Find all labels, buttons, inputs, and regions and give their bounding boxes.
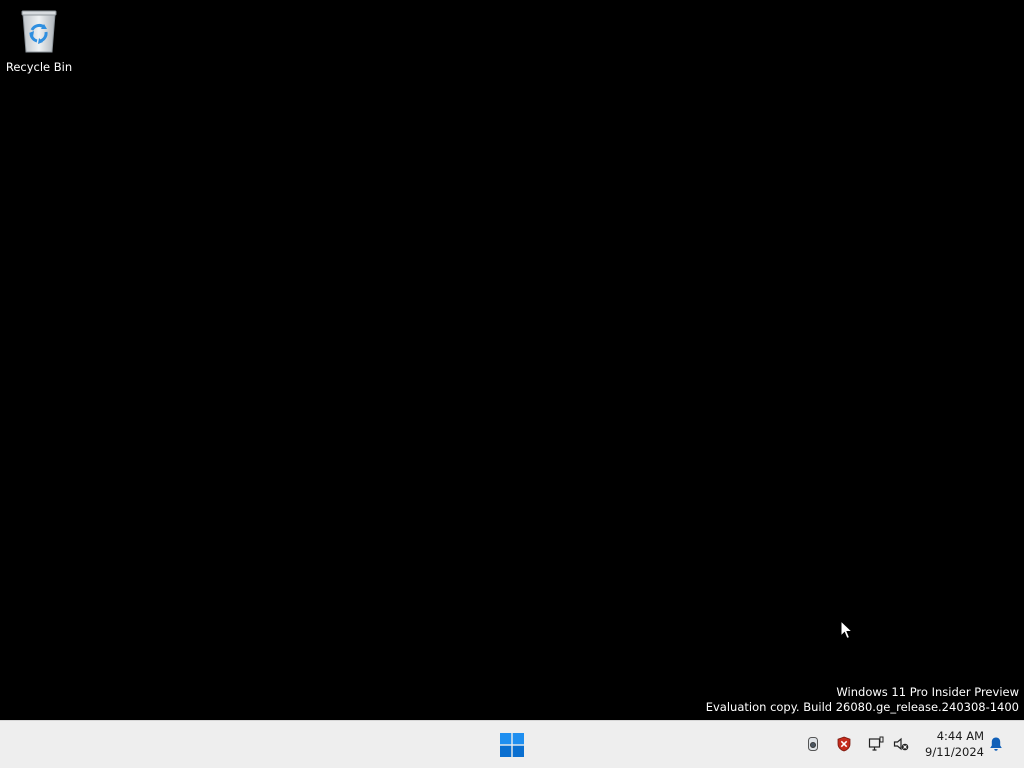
camera-icon — [808, 737, 818, 751]
clock-time: 4:44 AM — [936, 729, 984, 743]
tray-camera-button[interactable] — [802, 733, 824, 755]
tray-network-button[interactable] — [865, 733, 887, 755]
desktop: Recycle Bin Windows 11 Pro Insider Previ… — [0, 0, 1024, 720]
evaluation-watermark: Windows 11 Pro Insider Preview Evaluatio… — [706, 685, 1019, 715]
recycle-bin-label: Recycle Bin — [5, 60, 73, 74]
notification-center-button[interactable] — [985, 733, 1007, 755]
tray-security-button[interactable] — [833, 733, 855, 755]
start-button[interactable] — [492, 725, 532, 765]
speaker-muted-icon — [893, 737, 909, 751]
tray-volume-button[interactable] — [890, 733, 912, 755]
watermark-build: Evaluation copy. Build 26080.ge_release.… — [705, 700, 1019, 714]
clock-date: 9/11/2024 — [925, 745, 984, 759]
taskbar-clock[interactable]: 4:44 AM 9/11/2024 — [918, 728, 984, 760]
taskbar: 4:44 AM 9/11/2024 — [0, 720, 1024, 768]
bell-icon — [990, 737, 1002, 751]
defender-shield-icon — [837, 736, 851, 752]
mouse-pointer-icon — [840, 620, 854, 640]
display-icon — [868, 736, 884, 751]
watermark-edition: Windows 11 Pro Insider Preview — [836, 685, 1019, 699]
recycle-bin-shortcut[interactable]: Recycle Bin — [4, 6, 74, 78]
recycle-bin-icon — [21, 10, 57, 53]
windows-logo-icon — [500, 733, 524, 757]
